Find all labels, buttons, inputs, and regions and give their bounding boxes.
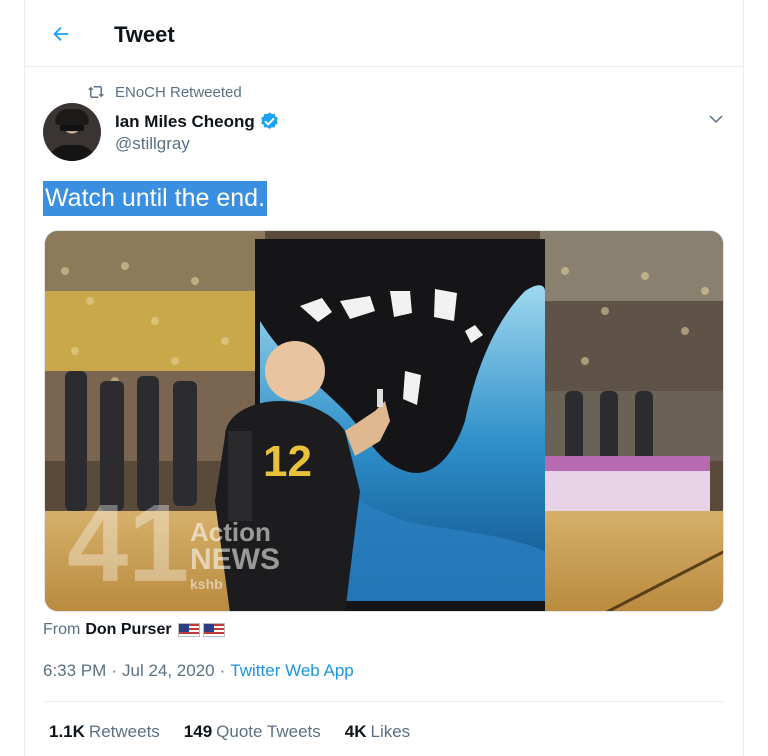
tweet-meta: 6:33 PM · Jul 24, 2020 · Twitter Web App (43, 661, 354, 681)
retweets-count: 1.1K (49, 722, 85, 741)
meta-separator: · (111, 661, 117, 680)
quote-tweets-stat[interactable]: 149 Quote Tweets (184, 722, 321, 742)
page-title: Tweet (114, 22, 175, 47)
tweet-column: Tweet ENoCH Retweeted Ian Miles Cheong @… (24, 0, 744, 756)
author-handle[interactable]: @stillgray (115, 134, 190, 154)
us-flag-icon (202, 623, 225, 637)
from-name[interactable]: Don Purser (85, 621, 171, 639)
retweets-stat[interactable]: 1.1K Retweets (49, 722, 160, 742)
tweet-date[interactable]: Jul 24, 2020 (122, 661, 215, 681)
divider (43, 701, 725, 702)
watermark-line3: kshb (190, 576, 223, 592)
arrow-left-icon (53, 26, 69, 42)
source-app-link[interactable]: Twitter Web App (230, 661, 353, 681)
tweet-time[interactable]: 6:33 PM (43, 661, 106, 681)
from-label: From (43, 621, 81, 638)
verified-badge-icon (260, 112, 278, 129)
watermark-number: 41 (67, 482, 189, 605)
back-button[interactable] (43, 16, 79, 52)
retweets-label: Retweets (88, 722, 160, 741)
tweet-stats: 1.1K Retweets 149 Quote Tweets 4K Likes (49, 722, 434, 742)
avatar[interactable] (43, 103, 101, 161)
video-frame: 12 41 Action NEWS kshb (45, 231, 723, 611)
page-header: Tweet (25, 0, 743, 67)
more-options-button[interactable] (705, 108, 727, 130)
watermark-line2: NEWS (190, 543, 280, 576)
retweet-icon (87, 86, 105, 98)
author-name[interactable]: Ian Miles Cheong (115, 111, 280, 132)
likes-stat[interactable]: 4K Likes (345, 722, 410, 742)
retweeted-by[interactable]: ENoCH Retweeted (87, 82, 242, 102)
author-name-text: Ian Miles Cheong (115, 111, 255, 131)
us-flag-icon (177, 623, 200, 637)
chevron-down-icon (709, 115, 723, 124)
video-player[interactable]: 12 41 Action NEWS kshb (44, 230, 724, 612)
quote-tweets-count: 149 (183, 722, 213, 741)
retweeted-by-text: ENoCH Retweeted (115, 83, 242, 101)
from-attribution: From Don Purser (43, 621, 225, 639)
jersey-number: 12 (263, 437, 312, 486)
likes-label: Likes (370, 722, 411, 741)
meta-separator: · (219, 661, 226, 680)
tweet-text: Watch until the end. (43, 181, 268, 216)
quote-tweets-label: Quote Tweets (216, 722, 321, 741)
likes-count: 4K (344, 722, 367, 741)
